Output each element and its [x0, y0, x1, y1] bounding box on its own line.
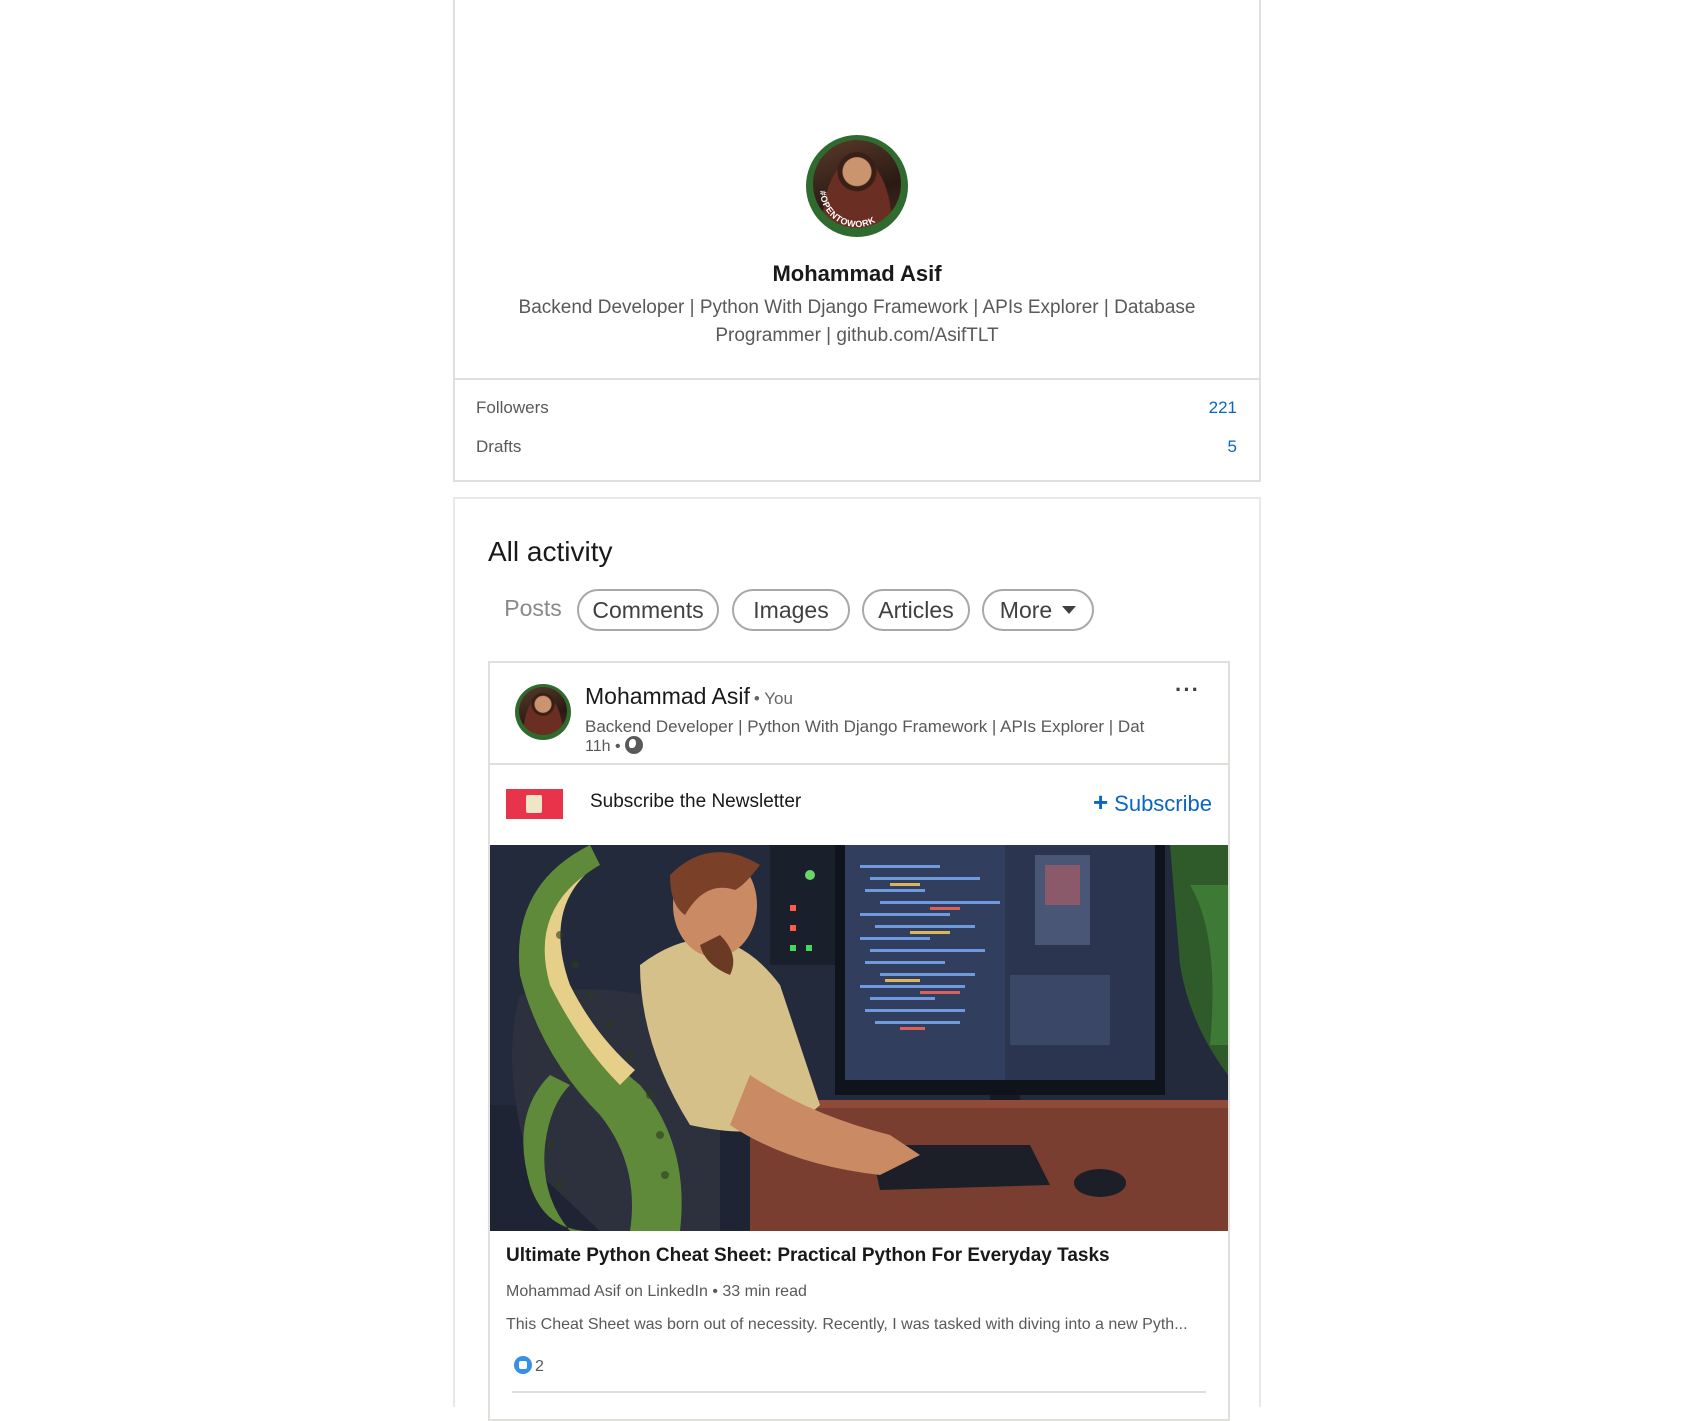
activity-title: All activity: [488, 536, 613, 567]
post-author-headline: Backend Developer | Python With Django F…: [585, 717, 1145, 736]
profile-headline: Backend Developer | Python With Django F…: [518, 297, 1196, 346]
filter-articles[interactable]: Articles: [862, 589, 970, 631]
post-time-text: 11h •: [585, 738, 621, 756]
post-footer-divider: [512, 1391, 1206, 1393]
post-avatar-photo: [519, 687, 567, 735]
profile-card: #OPENTOWORK Mohammad Asif Backend Develo…: [453, 0, 1261, 482]
profile-avatar[interactable]: #OPENTOWORK: [806, 135, 908, 237]
caret-down-icon: [1062, 605, 1077, 614]
open-to-work-text: #OPENTOWORK: [818, 190, 877, 229]
post-author[interactable]: Mohammad Asif • You: [585, 683, 793, 710]
activity-card: All activity Posts Comments Images Artic…: [453, 497, 1261, 1421]
stat-label: Drafts: [476, 437, 522, 456]
filter-posts[interactable]: Posts: [488, 589, 578, 631]
filter-more-dropdown[interactable]: More: [982, 589, 1094, 631]
more-options-icon[interactable]: ···: [1175, 677, 1200, 703]
filter-images[interactable]: Images: [732, 589, 850, 631]
post-avatar[interactable]: [515, 684, 571, 740]
post-divider: [490, 763, 1228, 765]
post-relation: • You: [753, 689, 793, 708]
svg-text:#OPENTOWORK: #OPENTOWORK: [818, 190, 877, 229]
newsletter-thumbnail: [506, 789, 563, 819]
filter-comments[interactable]: Comments: [577, 589, 719, 631]
subscribe-button[interactable]: + Subscribe: [1093, 787, 1212, 818]
profile-name[interactable]: Mohammad Asif: [455, 261, 1259, 287]
stat-value: 5: [1227, 437, 1237, 456]
like-icon: [514, 1356, 532, 1374]
globe-icon: [624, 736, 643, 754]
plus-icon: +: [1092, 787, 1109, 817]
filter-more-label: More: [999, 597, 1053, 623]
stat-followers[interactable]: Followers 221: [455, 380, 1259, 419]
article-title[interactable]: Ultimate Python Cheat Sheet: Practical P…: [506, 1245, 1110, 1267]
open-to-work-ring: #OPENTOWORK: [818, 190, 877, 229]
stat-value: 221: [1208, 398, 1237, 417]
newsletter-label: Subscribe the Newsletter: [590, 791, 802, 812]
reactions-summary[interactable]: 2: [514, 1356, 544, 1376]
article-snippet: This Cheat Sheet was born out of necessi…: [506, 1316, 1188, 1333]
subscribe-label: Subscribe: [1114, 791, 1212, 816]
stat-label: Followers: [476, 398, 549, 417]
post-author-name: Mohammad Asif: [585, 683, 750, 709]
post-timestamp: 11h •: [585, 736, 643, 756]
stat-drafts[interactable]: Drafts 5: [455, 419, 1259, 458]
profile-stats: Followers 221 Drafts 5: [455, 378, 1259, 458]
reaction-count: 2: [535, 1358, 544, 1376]
article-illustration: [490, 845, 1228, 1231]
article-meta: Mohammad Asif on LinkedIn • 33 min read: [506, 1283, 807, 1300]
post-card: Mohammad Asif • You Backend Developer | P…: [488, 661, 1230, 1421]
article-cover-image[interactable]: [490, 845, 1228, 1231]
